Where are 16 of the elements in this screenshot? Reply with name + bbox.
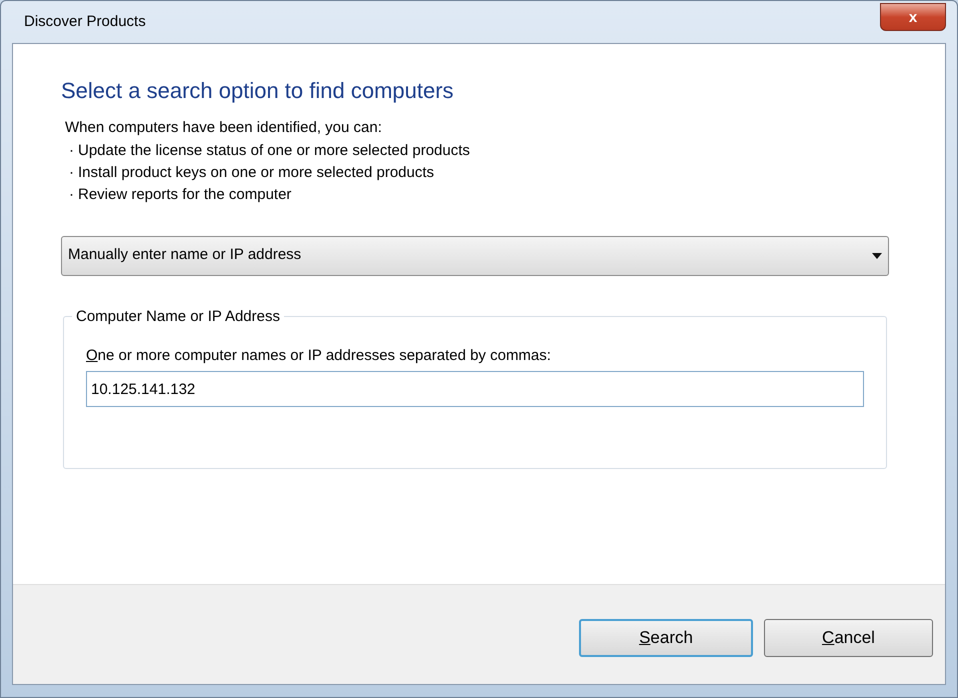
bullet-mark: · <box>69 162 74 182</box>
intro-text: When computers have been identified, you can: <box>64 118 383 138</box>
bullet-mark: · <box>69 140 74 160</box>
bullet-text: Update the license status of one or more selected products <box>78 140 470 160</box>
close-button[interactable]: x <box>880 3 946 31</box>
field-label: One or more computer names or IP addresses separated by commas: <box>86 346 552 366</box>
window-title: Discover Products <box>23 12 146 32</box>
dialog-button[interactable]: Search <box>579 618 753 656</box>
bullet-mark: · <box>69 184 74 204</box>
dropdown-arrow-icon <box>872 252 882 258</box>
address-input-field[interactable]: 10.125.141.132 <box>86 371 864 407</box>
bullet-text: Install product keys on one or more selected products <box>78 162 434 182</box>
dialog-heading: Select a search option to find computers <box>61 77 455 105</box>
search-option-dropdown[interactable]: Manually enter name or IP address <box>61 236 889 276</box>
dialog-button[interactable]: Cancel <box>764 618 933 656</box>
bullet-text: Review reports for the computer <box>78 184 292 204</box>
